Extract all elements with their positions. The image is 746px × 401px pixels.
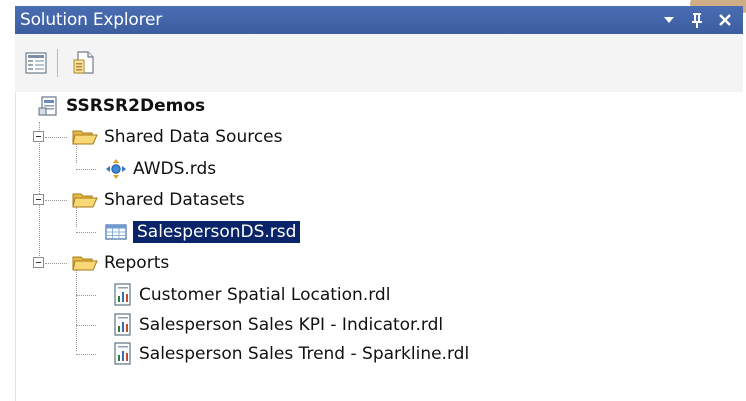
tree-item-customer-spatial-location[interactable]: Customer Spatial Location.rdl <box>113 281 390 309</box>
item-label-selected: SalespersonDS.rsd <box>133 221 301 243</box>
window-position-icon[interactable] <box>661 10 677 30</box>
solution-tree: SSRSR2Demos Shared Data Sources AWDS.rds <box>15 92 744 401</box>
datasource-icon <box>105 158 127 180</box>
tree-folder-shared-datasets[interactable]: Shared Datasets <box>72 186 245 214</box>
report-icon <box>113 283 133 307</box>
tree-connector <box>45 200 67 201</box>
auto-hide-pin-icon[interactable] <box>689 10 705 30</box>
tree-connector <box>76 169 96 170</box>
item-label: Customer Spatial Location.rdl <box>139 285 391 305</box>
properties-button[interactable] <box>21 47 53 79</box>
report-icon <box>113 313 133 337</box>
folder-icon <box>72 190 98 210</box>
dataset-icon <box>105 223 127 241</box>
properties-icon <box>25 52 47 74</box>
solution-icon <box>38 95 60 117</box>
item-label: AWDS.rds <box>133 159 217 179</box>
tree-connector <box>45 263 67 264</box>
folder-icon <box>72 253 98 273</box>
tree-folder-reports[interactable]: Reports <box>72 249 169 277</box>
folder-icon <box>72 127 98 147</box>
folder-label: Reports <box>104 253 170 273</box>
item-label: Salesperson Sales KPI - Indicator.rdl <box>139 315 444 335</box>
tree-item-salesperson-sales-kpi[interactable]: Salesperson Sales KPI - Indicator.rdl <box>113 311 443 339</box>
tree-connector <box>76 354 96 355</box>
tree-item-awds-rds[interactable]: AWDS.rds <box>105 155 216 183</box>
folder-label: Shared Datasets <box>104 190 245 210</box>
toolbar-separator <box>57 49 58 77</box>
tree-connector <box>76 232 96 233</box>
folder-label: Shared Data Sources <box>104 127 283 147</box>
tree-guide-line <box>76 270 77 351</box>
solution-label: SSRSR2Demos <box>66 96 206 116</box>
window-title: Solution Explorer <box>20 10 163 30</box>
title-bar[interactable]: Solution Explorer <box>15 6 743 34</box>
tree-item-salespersonds-rsd[interactable]: SalespersonDS.rsd <box>105 218 301 246</box>
view-code-button[interactable] <box>68 47 100 79</box>
close-icon[interactable] <box>717 10 733 30</box>
view-code-icon <box>73 51 94 74</box>
collapse-toggle[interactable] <box>33 194 44 205</box>
tree-item-salesperson-sales-trend[interactable]: Salesperson Sales Trend - Sparkline.rdl <box>113 340 469 368</box>
tree-connector <box>76 325 96 326</box>
tree-node-solution[interactable]: SSRSR2Demos <box>38 92 205 120</box>
collapse-toggle[interactable] <box>33 257 44 268</box>
tree-connector <box>45 137 67 138</box>
report-icon <box>113 342 133 366</box>
toolbar <box>15 34 743 92</box>
collapse-toggle[interactable] <box>33 131 44 142</box>
item-label: Salesperson Sales Trend - Sparkline.rdl <box>139 344 470 364</box>
tree-connector <box>76 295 96 296</box>
tree-folder-shared-data-sources[interactable]: Shared Data Sources <box>72 123 283 151</box>
